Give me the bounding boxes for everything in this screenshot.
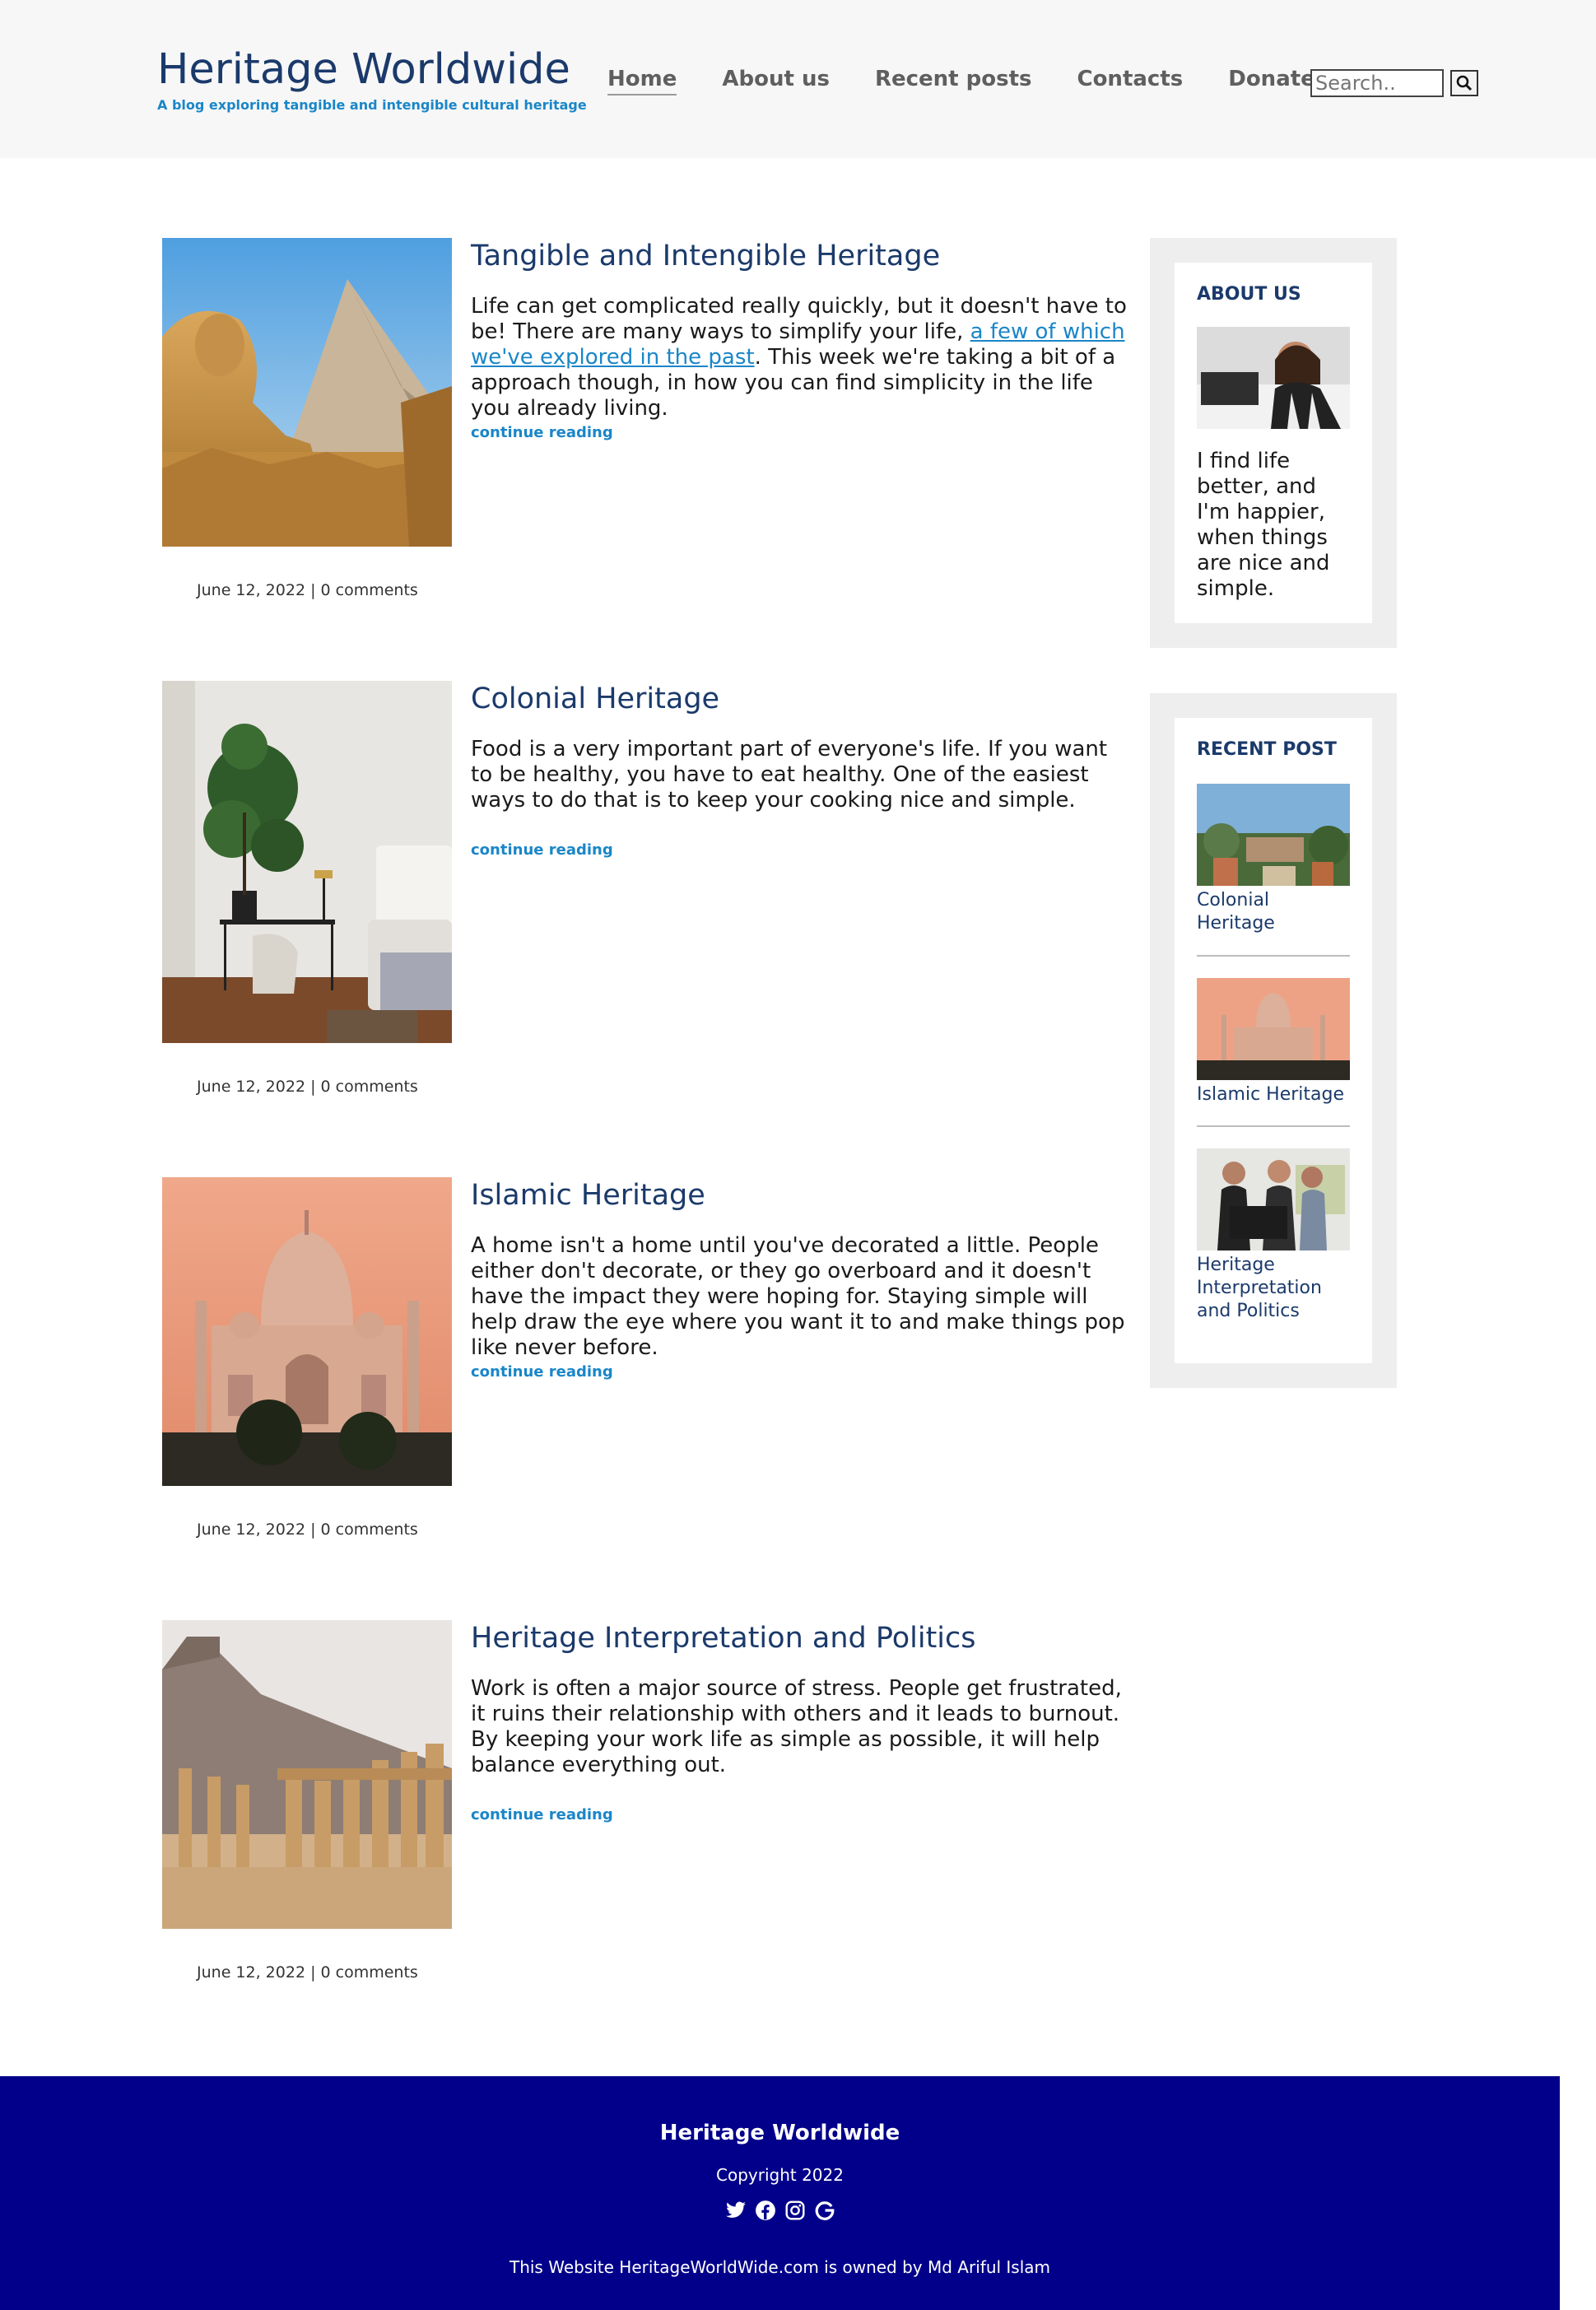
footer-owner: This Website HeritageWorldWide.com is ow… [509,2257,1051,2277]
post-title[interactable]: Heritage Interpretation and Politics [471,1620,976,1656]
twitter-icon[interactable] [725,2200,747,2221]
main-nav: Home About us Recent posts Contacts Dona… [607,64,1373,95]
about-image [1197,327,1350,429]
search-icon [1456,75,1473,91]
about-widget-inner: ABOUT US I find life better, and I'm hap… [1175,263,1372,623]
about-text: I find life better, and I'm happier, whe… [1197,449,1330,601]
search-input[interactable] [1310,69,1444,97]
post-image-sphinx[interactable] [162,238,452,547]
post-meta: June 12, 2022 | 0 comments [197,1078,418,1096]
continue-reading-link[interactable]: continue reading [471,841,613,859]
recent-post-label[interactable]: Heritage Interpretation and Politics [1197,1254,1350,1323]
facebook-icon[interactable] [755,2200,776,2221]
post-title[interactable]: Colonial Heritage [471,681,719,717]
recent-post-label[interactable]: Colonial Heritage [1197,889,1350,935]
post-image-taj-mahal[interactable] [162,1177,452,1486]
brand[interactable]: Heritage Worldwide A blog exploring tang… [157,43,587,113]
footer-title: Heritage Worldwide [659,2121,900,2145]
divider [1197,1125,1350,1127]
recent-post-thumb[interactable] [1197,784,1350,886]
footer-copyright: Copyright 2022 [716,2165,844,2185]
site-header: Heritage Worldwide A blog exploring tang… [0,0,1596,158]
post-card: Heritage Interpretation and Politics Wor… [162,1620,1133,1991]
recent-post-item[interactable]: Islamic Heritage [1197,978,1350,1106]
nav-contacts[interactable]: Contacts [1077,64,1183,95]
search-button[interactable] [1450,70,1478,96]
recent-title: RECENT POST [1197,739,1337,760]
continue-reading-link[interactable]: continue reading [471,1363,613,1381]
recent-post-label[interactable]: Islamic Heritage [1197,1083,1350,1106]
about-widget: ABOUT US I find life better, and I'm hap… [1150,238,1397,648]
post-card: Islamic Heritage A home isn't a home unt… [162,1177,1133,1548]
recent-post-thumb[interactable] [1197,978,1350,1080]
site-tagline: A blog exploring tangible and intengible… [157,97,587,113]
site-footer: Heritage Worldwide Copyright 2022 This W… [0,2076,1560,2310]
post-excerpt: Work is often a major source of stress. … [471,1676,1122,1777]
recent-posts-widget: RECENT POST Colonial Heritage Islamic He… [1150,693,1397,1388]
continue-reading-link[interactable]: continue reading [471,424,613,441]
post-meta: June 12, 2022 | 0 comments [197,1521,418,1539]
post-image-ruins[interactable] [162,1620,452,1929]
nav-recent-posts[interactable]: Recent posts [875,64,1032,95]
continue-reading-link[interactable]: continue reading [471,1806,613,1823]
post-meta: June 12, 2022 | 0 comments [197,1963,418,1982]
post-title[interactable]: Islamic Heritage [471,1177,705,1213]
post-card: Tangible and Intengible Heritage Life ca… [162,238,1133,600]
recent-post-item[interactable]: Colonial Heritage [1197,784,1350,935]
instagram-icon[interactable] [784,2200,806,2221]
search-form [1310,69,1478,97]
divider [1197,955,1350,957]
post-title[interactable]: Tangible and Intengible Heritage [471,238,940,274]
about-title: ABOUT US [1197,284,1301,305]
post-excerpt: Life can get complicated really quickly,… [471,294,1129,421]
social-icons [0,2200,1560,2221]
post-meta: June 12, 2022 | 0 comments [197,581,418,599]
recent-post-item[interactable]: Heritage Interpretation and Politics [1197,1148,1350,1323]
post-card: Colonial Heritage Food is a very importa… [162,681,1133,1101]
site-title[interactable]: Heritage Worldwide [157,43,587,97]
recent-posts-widget-inner: RECENT POST Colonial Heritage Islamic He… [1175,718,1372,1363]
post-excerpt: A home isn't a home until you've decorat… [471,1233,1125,1360]
post-excerpt: Food is a very important part of everyon… [471,737,1108,813]
recent-post-thumb[interactable] [1197,1148,1350,1250]
nav-about-us[interactable]: About us [722,64,830,95]
post-image-room[interactable] [162,681,452,1043]
nav-home[interactable]: Home [607,64,677,95]
google-icon[interactable] [814,2200,835,2221]
